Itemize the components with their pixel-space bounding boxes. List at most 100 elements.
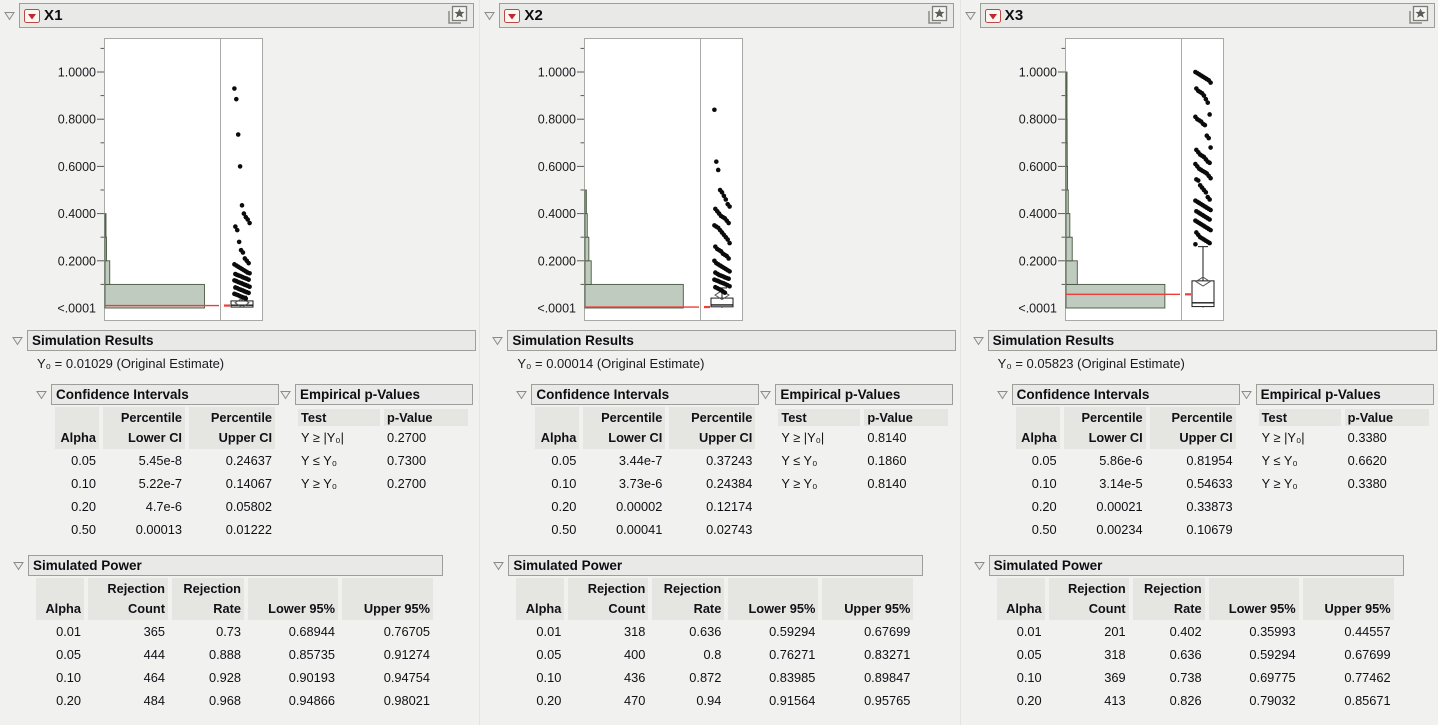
bookmark-star-icon[interactable] <box>1406 5 1430 26</box>
simulated-power-table: Alpha RejectionCount RejectionRate Lower… <box>32 578 437 712</box>
disclosure-triangle-icon[interactable] <box>12 336 23 346</box>
disclosure-triangle-icon[interactable] <box>280 390 291 400</box>
table-header-row: Test p-Value <box>298 409 468 426</box>
svg-text:1.0000: 1.0000 <box>58 66 96 80</box>
section-bar[interactable]: Confidence Intervals <box>531 384 759 405</box>
bookmark-star-icon[interactable] <box>925 5 949 26</box>
table-cell: 0.10 <box>1016 472 1060 495</box>
section-bar[interactable]: Simulated Power <box>989 555 1404 576</box>
table-cell: Y ≥ Y₀ <box>298 472 380 495</box>
col-header-upper-ci: PercentileUpper CI <box>189 407 275 449</box>
section-title: Simulated Power <box>994 558 1103 573</box>
disclosure-triangle-icon[interactable] <box>13 561 24 571</box>
section-bar[interactable]: Simulation Results <box>988 330 1437 351</box>
table-row: 0.104360.8720.839850.89847 <box>516 666 913 689</box>
disclosure-triangle-icon[interactable] <box>973 336 984 346</box>
table-cell: 413 <box>1049 689 1129 712</box>
disclosure-triangle-icon[interactable] <box>484 11 495 21</box>
col-header-alpha: Alpha <box>1016 407 1060 449</box>
disclosure-triangle-icon[interactable] <box>36 390 47 400</box>
red-triangle-menu-icon[interactable] <box>985 9 1001 23</box>
section-bar[interactable]: Empirical p-Values <box>295 384 473 405</box>
section-title: Confidence Intervals <box>1017 387 1150 402</box>
svg-text:0.8000: 0.8000 <box>58 113 96 127</box>
col-header-test: Test <box>1259 409 1341 426</box>
table-cell: 0.402 <box>1133 620 1205 643</box>
table-row: 0.055.45e-80.24637 <box>55 449 275 472</box>
panel-header: X3 <box>965 3 1435 28</box>
section-title: Simulated Power <box>513 558 622 573</box>
panel-titlebar[interactable]: X2 <box>499 3 954 28</box>
table-cell: 0.00041 <box>583 518 665 541</box>
section-bar[interactable]: Simulated Power <box>28 555 443 576</box>
confidence-intervals-table: Alpha PercentileLower CI PercentileUpper… <box>531 407 759 541</box>
table-cell: 0.05 <box>36 643 84 666</box>
section-bar[interactable]: Confidence Intervals <box>1012 384 1240 405</box>
section-bar[interactable]: Simulation Results <box>27 330 476 351</box>
red-triangle-menu-icon[interactable] <box>504 9 520 23</box>
svg-text:<.0001: <.0001 <box>538 302 577 316</box>
disclosure-triangle-icon[interactable] <box>492 336 503 346</box>
panel-titlebar[interactable]: X1 <box>19 3 474 28</box>
table-cell: 464 <box>88 666 168 689</box>
svg-text:1.0000: 1.0000 <box>1018 66 1056 80</box>
svg-text:0.6000: 0.6000 <box>1018 160 1056 174</box>
table-row: 0.200.000020.12174 <box>535 495 755 518</box>
panel-titlebar[interactable]: X3 <box>980 3 1435 28</box>
col-header-upper-ci: PercentileUpper CI <box>1150 407 1236 449</box>
table-cell: 0.89847 <box>822 666 913 689</box>
table-row: 0.103.14e-50.54633 <box>1016 472 1236 495</box>
confidence-intervals-table: Alpha PercentileLower CI PercentileUpper… <box>51 407 279 541</box>
panel-title: X2 <box>524 7 543 24</box>
pvalue-simulation-plot[interactable]: 1.00000.80000.60000.40000.2000<.0001 <box>520 36 755 328</box>
disclosure-triangle-icon[interactable] <box>760 390 771 400</box>
table-row: Y ≥ |Y₀|0.8140 <box>778 426 948 449</box>
bookmark-star-icon[interactable] <box>445 5 469 26</box>
disclosure-triangle-icon[interactable] <box>965 11 976 21</box>
disclosure-triangle-icon[interactable] <box>997 390 1008 400</box>
section-bar[interactable]: Empirical p-Values <box>1256 384 1434 405</box>
table-cell: 318 <box>1049 643 1129 666</box>
table-cell: 0.2700 <box>384 472 468 495</box>
table-cell: 0.00002 <box>583 495 665 518</box>
table-row: 0.012010.4020.359930.44557 <box>997 620 1394 643</box>
disclosure-triangle-icon[interactable] <box>1241 390 1252 400</box>
section-bar[interactable]: Confidence Intervals <box>51 384 279 405</box>
table-header-row: Test p-Value <box>1259 409 1429 426</box>
table-row: 0.054440.8880.857350.91274 <box>36 643 433 666</box>
table-row: 0.105.22e-70.14067 <box>55 472 275 495</box>
disclosure-triangle-icon[interactable] <box>493 561 504 571</box>
table-cell: 0.826 <box>1133 689 1205 712</box>
table-cell: 3.44e-7 <box>583 449 665 472</box>
section-empirical-p-values: Empirical p-Values <box>1241 384 1434 405</box>
table-cell: 0.20 <box>1016 495 1060 518</box>
table-cell: 0.1860 <box>864 449 948 472</box>
section-bar[interactable]: Empirical p-Values <box>775 384 953 405</box>
disclosure-triangle-icon[interactable] <box>974 561 985 571</box>
table-cell: 369 <box>1049 666 1129 689</box>
section-simulation-results: Simulation Results <box>492 330 956 351</box>
table-cell: 0.37243 <box>669 449 755 472</box>
section-bar[interactable]: Simulated Power <box>508 555 923 576</box>
table-cell: 0.05 <box>997 643 1045 666</box>
table-row: 0.204840.9680.948660.98021 <box>36 689 433 712</box>
table-cell: 0.10 <box>36 666 84 689</box>
table-row: Y ≤ Y₀0.7300 <box>298 449 468 472</box>
table-cell: 0.85735 <box>248 643 338 666</box>
section-bar[interactable]: Simulation Results <box>507 330 956 351</box>
svg-text:<.0001: <.0001 <box>57 302 96 316</box>
red-triangle-menu-icon[interactable] <box>24 9 40 23</box>
section-title: Empirical p-Values <box>300 387 420 402</box>
col-header-alpha: Alpha <box>55 407 99 449</box>
svg-text:0.2000: 0.2000 <box>58 254 96 268</box>
table-cell: 0.35993 <box>1209 620 1299 643</box>
section-confidence-intervals: Confidence Intervals <box>997 384 1240 405</box>
pvalue-simulation-plot[interactable]: 1.00000.80000.60000.40000.2000<.0001 <box>1001 36 1236 328</box>
disclosure-triangle-icon[interactable] <box>4 11 15 21</box>
table-cell: 0.3380 <box>1345 426 1429 449</box>
svg-text:0.6000: 0.6000 <box>538 160 576 174</box>
col-header-lower-95: Lower 95% <box>248 578 338 620</box>
disclosure-triangle-icon[interactable] <box>516 390 527 400</box>
pvalue-simulation-plot[interactable]: 1.00000.80000.60000.40000.2000<.0001 <box>40 36 275 328</box>
svg-text:0.6000: 0.6000 <box>58 160 96 174</box>
